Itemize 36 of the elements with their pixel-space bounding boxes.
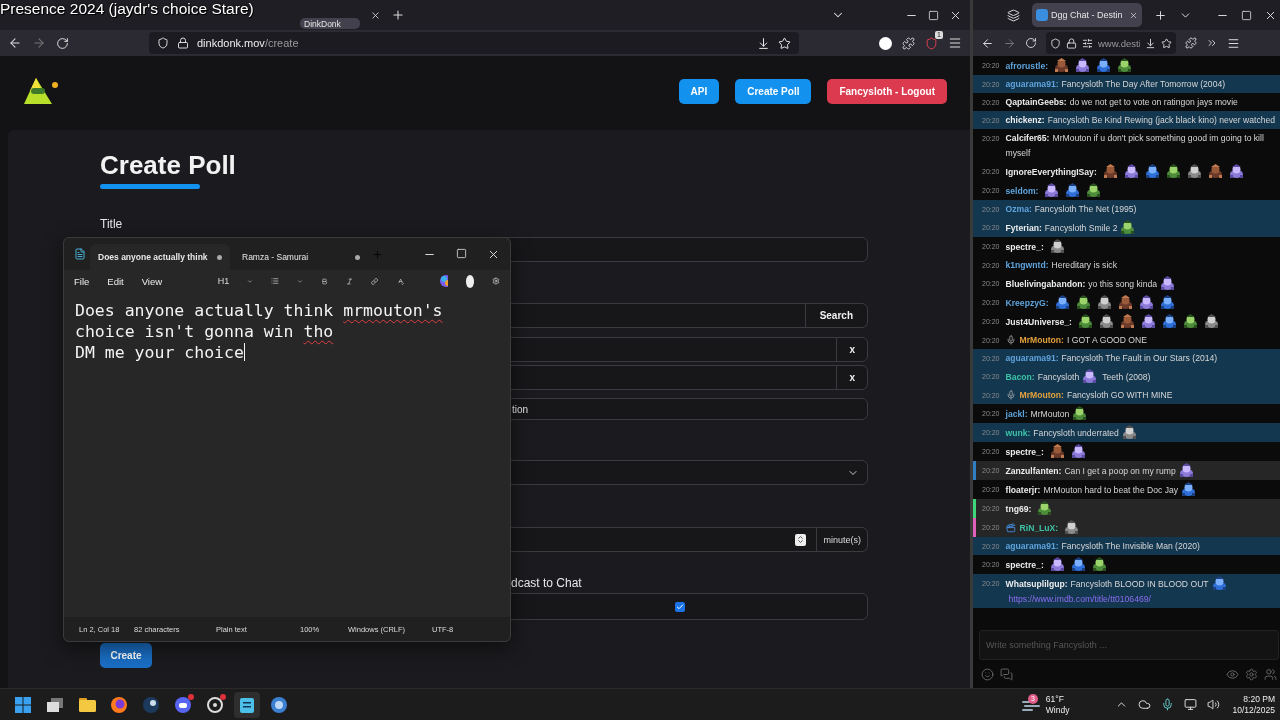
chat-message: MrMouton: Fancysloth GO WITH MINE: [1019, 389, 1173, 400]
chat-message: IgnoreEverythingISay:: [1005, 166, 1098, 177]
chat-message: QaptainGeebs: do we not get to vote on ratingon jays movie: [1005, 96, 1238, 107]
chat-message: Calcifer65: MrMouton if u don't pick something good im going to kill myself: [1005, 132, 1264, 158]
chat-message: seldom:: [1005, 185, 1040, 196]
chat-message: KreepzyG:: [1005, 297, 1050, 308]
chat-message: Fyterian: Fancysloth Smile 2: [1005, 222, 1118, 233]
chat-message: Ozma: Fancysloth The Net (1995): [1005, 203, 1137, 214]
chat-message: aguarama91: Fancysloth The Fault in Our Stars (2014): [1005, 352, 1218, 363]
chat-message: RiN_LuX:: [1019, 522, 1060, 533]
chat-message: jackl: MrMouton: [1005, 408, 1070, 419]
chat-message: Whatsuplilgup: Fancysloth BLOOD IN BLOOD OUT: [1005, 578, 1209, 589]
chat-message: Bluelivingabandon: yo this song kinda: [1005, 278, 1158, 289]
page-heading: Create Poll: [100, 150, 237, 180]
chat-message: Zanzulfanten: Can I get a poop on my rump: [1005, 465, 1176, 476]
chat-message: afrorustle:: [1005, 60, 1050, 71]
chat-message: k1ngwntd: Hereditary is sick: [1005, 259, 1117, 270]
chat-message: floaterjr: MrMouton hard to beat the Doc Jay: [1005, 484, 1179, 495]
chat-message: spectre_:: [1005, 446, 1045, 457]
chat-text: Teeth (2008): [1102, 371, 1151, 382]
chat-message: aguarama91: Fancysloth The Invisible Man (2020): [1005, 540, 1200, 551]
weather-condition: Windy: [1045, 704, 1070, 716]
chat-message: chickenz: Fancysloth Be Kind Rewing (jack black kino) never watched: [1005, 114, 1276, 125]
chat-message: MrMouton: I GOT A GOOD ONE: [1019, 334, 1147, 345]
chat-message: spectre_:: [1005, 241, 1045, 252]
unit-label: minute(s): [816, 528, 867, 551]
temperature-text: 61°F: [1045, 693, 1065, 705]
chat-message: Just4Universe_:: [1005, 316, 1073, 327]
chat-message: spectre_:: [1005, 559, 1045, 570]
field-label: dcast to Chat: [510, 576, 583, 590]
chat-message: wunk: Fancysloth underrated: [1005, 427, 1119, 438]
chat-message: tng69:: [1005, 503, 1033, 514]
chat-message: aguarama91: Fancysloth The Day After Tomorrow (2004): [1005, 78, 1226, 89]
field-label: Title: [100, 217, 124, 231]
chat-message: Bacon: Fancysloth: [1005, 371, 1080, 382]
stream-title: Presence 2024 (jaydr's choice Stare): [0, 0, 254, 18]
